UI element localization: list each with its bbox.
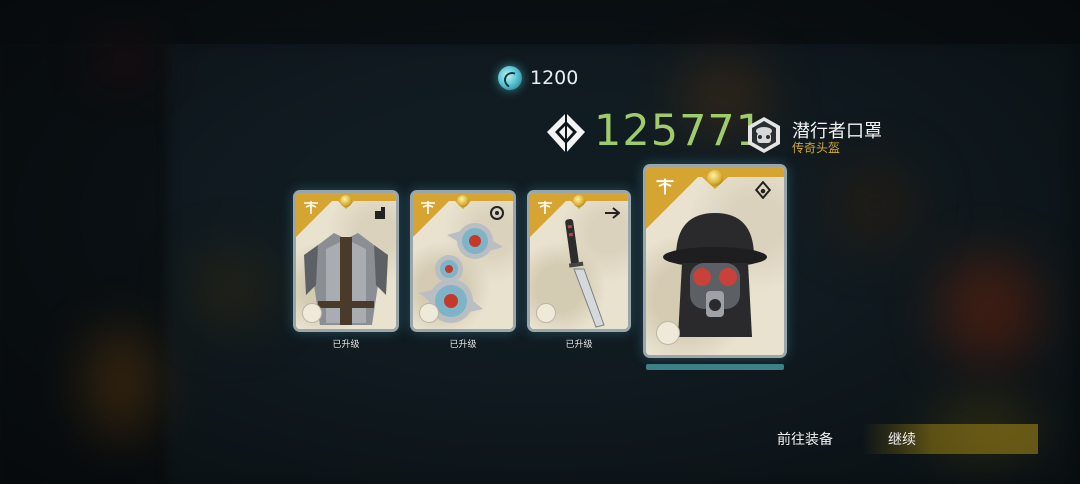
card-shuriken[interactable]	[413, 193, 513, 329]
cyan-swirl-coin-icon	[498, 66, 522, 90]
brand-emblem-icon	[302, 303, 322, 323]
item-type: 传奇头盔	[792, 141, 841, 155]
brand-emblem-icon	[656, 321, 680, 345]
gold-gem-icon	[457, 195, 469, 207]
card-upgraded-label: 已升级	[565, 340, 593, 350]
continue-button[interactable]: 继续	[862, 424, 1038, 454]
go-equip-button[interactable]: 前往装备	[760, 424, 850, 454]
brand-emblem-icon	[419, 303, 439, 323]
card-upgraded-label: 已升级	[449, 340, 477, 350]
diamond-rank-icon	[547, 113, 585, 153]
score-display: 125771	[546, 106, 763, 156]
featured-card-indicator	[646, 364, 784, 370]
gold-gem-icon	[573, 195, 585, 207]
stalker-mask-badge-icon	[748, 117, 780, 153]
card-helmet-featured[interactable]	[646, 167, 784, 355]
card-dagger[interactable]	[530, 193, 628, 329]
currency-value: 1200	[530, 67, 579, 89]
wings-rarity-icon	[421, 201, 435, 214]
wings-rarity-icon	[304, 201, 318, 214]
card-upgraded-label: 已升级	[332, 340, 360, 350]
gold-gem-icon	[707, 170, 723, 186]
wings-rarity-icon	[538, 201, 552, 214]
currency-display: 1200	[498, 64, 578, 92]
continue-label: 继续	[888, 432, 916, 448]
gold-gem-icon	[340, 195, 352, 207]
card-armor-vest[interactable]	[296, 193, 396, 329]
wings-rarity-icon	[656, 178, 674, 195]
brand-emblem-icon	[536, 303, 556, 323]
score-value: 125771	[594, 106, 765, 156]
